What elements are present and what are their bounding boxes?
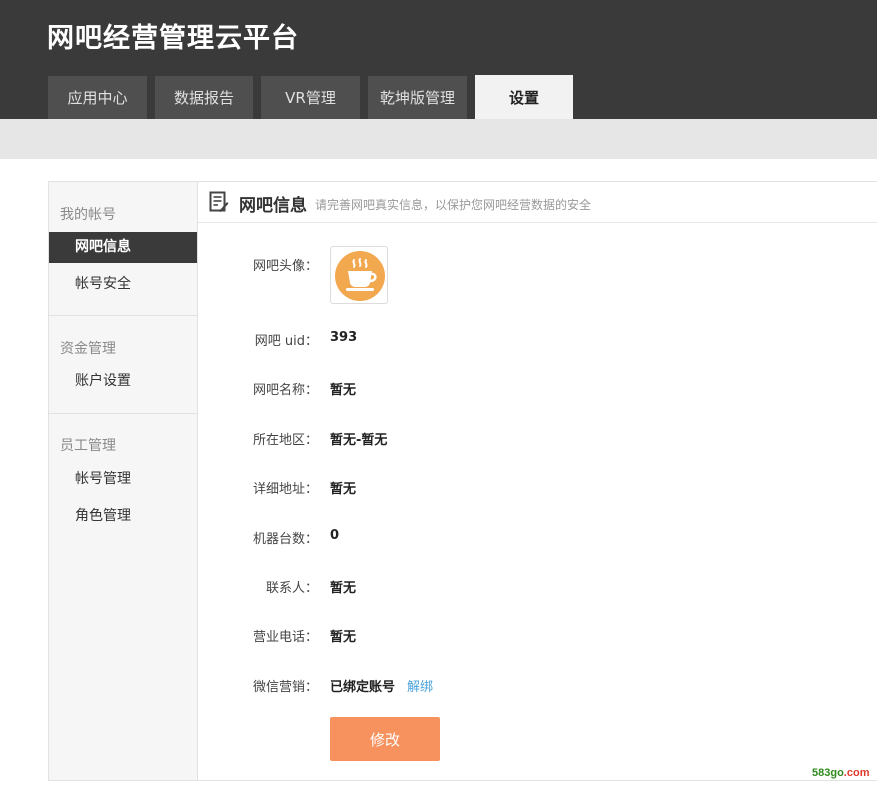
field-row-uid: 网吧 uid： 393 <box>198 330 877 350</box>
sidebar-item-account-security[interactable]: 帐号安全 <box>49 269 197 300</box>
field-label: 网吧 uid： <box>254 334 318 349</box>
field-value: 已绑定账号 解绑 <box>330 676 433 695</box>
field-row-contact: 联系人： 暂无 <box>198 577 877 597</box>
field-value: 暂无 <box>330 630 357 645</box>
content-header: 网吧信息 请完善网吧真实信息，以保护您网吧经营数据的安全 <box>198 182 877 223</box>
sidebar-item-account-management[interactable]: 帐号管理 <box>49 464 197 495</box>
avatar-row: 网吧头像： <box>198 255 877 275</box>
field-label: 网吧名称： <box>252 383 318 398</box>
page-subtitle: 请完善网吧真实信息，以保护您网吧经营数据的安全 <box>315 198 592 212</box>
field-row-phone: 营业电话： 暂无 <box>198 626 877 646</box>
field-label: 微信营销： <box>252 680 318 695</box>
modify-button[interactable]: 修改 <box>330 717 440 761</box>
tab-settings[interactable]: 设置 <box>475 75 573 119</box>
field-value: 暂无 <box>330 482 357 497</box>
field-row-machine-count: 机器台数： 0 <box>198 528 877 548</box>
field-label: 网吧头像： <box>252 259 318 274</box>
watermark-prefix: 583go <box>812 767 844 779</box>
tab-qiankun-management[interactable]: 乾坤版管理 <box>368 76 467 119</box>
sidebar-item-netbar-info[interactable]: 网吧信息 <box>49 232 197 263</box>
tab-data-report[interactable]: 数据报告 <box>155 76 253 119</box>
sidebar-divider <box>49 315 197 316</box>
tab-app-center[interactable]: 应用中心 <box>48 76 147 119</box>
sidebar-group-staff: 员工管理 <box>60 438 116 454</box>
app-title: 网吧经营管理云平台 <box>47 23 299 54</box>
field-label: 联系人： <box>265 581 318 596</box>
sidebar: 我的帐号 网吧信息 帐号安全 资金管理 账户设置 员工管理 帐号管理 角色管理 <box>49 182 198 780</box>
document-edit-icon <box>209 191 229 213</box>
sidebar-group-funds: 资金管理 <box>60 341 116 357</box>
sidebar-item-account-settings[interactable]: 账户设置 <box>49 366 197 397</box>
field-label: 营业电话： <box>252 630 318 645</box>
tab-vr-management[interactable]: VR管理 <box>261 76 360 119</box>
field-value: 暂无 <box>330 581 357 596</box>
sidebar-divider <box>49 413 197 414</box>
avatar[interactable] <box>330 246 388 304</box>
field-row-name: 网吧名称： 暂无 <box>198 379 877 399</box>
sidebar-group-my-account: 我的帐号 <box>60 207 116 223</box>
field-value: 0 <box>330 528 340 543</box>
page-title: 网吧信息 <box>239 196 307 216</box>
watermark-suffix: .com <box>843 767 870 779</box>
field-label: 所在地区： <box>252 433 318 448</box>
field-label: 机器台数： <box>252 532 318 547</box>
unbind-link[interactable]: 解绑 <box>407 680 433 695</box>
field-value: 393 <box>330 330 358 345</box>
sidebar-item-role-management[interactable]: 角色管理 <box>49 501 197 532</box>
field-row-region: 所在地区： 暂无-暂无 <box>198 429 877 449</box>
field-value: 暂无 <box>330 383 357 398</box>
content-area: 网吧信息 请完善网吧真实信息，以保护您网吧经营数据的安全 网吧头像： 网吧 ui… <box>198 182 877 780</box>
field-value: 暂无-暂无 <box>330 433 388 448</box>
sub-bar <box>0 119 877 159</box>
coffee-cup-icon <box>335 251 385 301</box>
wechat-status: 已绑定账号 <box>330 680 396 695</box>
settings-panel: 我的帐号 网吧信息 帐号安全 资金管理 账户设置 员工管理 帐号管理 角色管理 … <box>48 181 877 781</box>
top-bar: 网吧经营管理云平台 应用中心 数据报告 VR管理 乾坤版管理 设置 <box>0 0 877 119</box>
field-row-address: 详细地址： 暂无 <box>198 478 877 498</box>
watermark: 583go.com <box>812 767 869 779</box>
field-row-wechat: 微信营销： 已绑定账号 解绑 <box>198 676 877 696</box>
field-label: 详细地址： <box>252 482 318 497</box>
